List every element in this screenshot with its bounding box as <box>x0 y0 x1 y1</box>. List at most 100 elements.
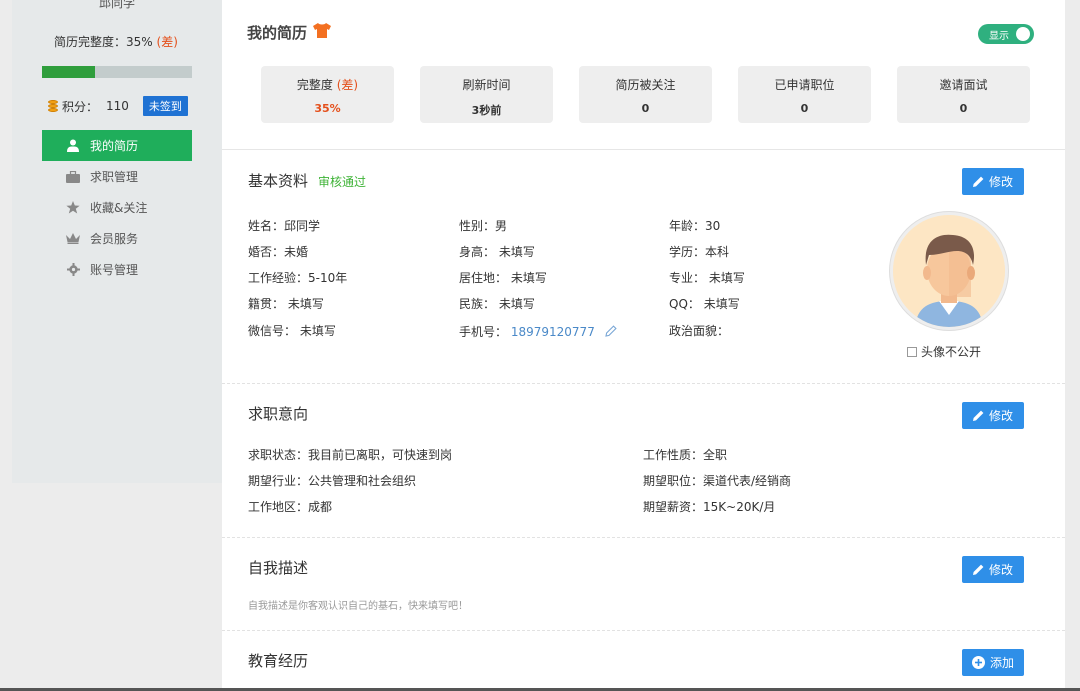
username: 邱同学 <box>98 0 135 10</box>
field-residence: 居住地： 未填写 <box>459 271 547 285</box>
edit-self-description-button[interactable]: 修改 <box>962 556 1024 583</box>
field-region: 工作地区：成都 <box>248 500 333 514</box>
page-title: 我的简历 <box>247 24 308 42</box>
tshirt-icon <box>313 23 332 42</box>
section-title: 自我描述 <box>248 559 309 577</box>
stat-card-completion: 完整度 (差) 35% <box>261 66 394 123</box>
field-education: 学历：本科 <box>669 245 730 259</box>
stat-cards: 完整度 (差) 35% 刷新时间 3秒前 简历被关注 0 已申请职位 0 邀请面… <box>261 66 1030 123</box>
avatar-private-label: 头像不公开 <box>921 345 982 359</box>
phone-number: 18979120777 <box>510 325 595 339</box>
self-description-hint: 自我描述是你客观认识自己的基石，快来填写吧！ <box>248 601 468 612</box>
education-heading: 教育经历 <box>248 650 308 671</box>
points-value: 110 <box>106 99 129 113</box>
sidebar-item-job-management[interactable]: 求职管理 <box>42 161 192 192</box>
resume-visibility-toggle[interactable]: 显示 <box>978 24 1034 44</box>
field-phone: 手机号： 18979120777 <box>459 323 617 340</box>
sidebar-nav: 我的简历 求职管理 收藏&关注 会员服务 账号管理 <box>42 130 192 285</box>
stat-value: 0 <box>641 102 650 115</box>
field-job-nature: 工作性质：全职 <box>643 448 728 462</box>
gear-icon <box>66 263 80 277</box>
field-industry: 期望行业：公共管理和社会组织 <box>248 474 417 488</box>
avatar-private-checkbox[interactable] <box>907 346 917 357</box>
field-marital: 婚否：未婚 <box>248 245 309 259</box>
divider <box>222 383 1065 384</box>
pencil-icon <box>972 410 984 421</box>
sidebar-item-label: 会员服务 <box>90 232 139 246</box>
field-origin: 籍贯： 未填写 <box>248 297 324 311</box>
stat-label: 简历被关注 <box>615 78 676 92</box>
avatar[interactable] <box>890 212 1008 330</box>
sidebar-item-label: 收藏&关注 <box>90 201 148 215</box>
edit-phone-icon[interactable] <box>604 325 617 340</box>
edit-label: 修改 <box>988 175 1013 189</box>
field-name: 姓名：邱同学 <box>248 219 321 233</box>
section-title: 基本资料 <box>248 172 309 190</box>
toggle-label: 显示 <box>989 30 1009 42</box>
stat-card-refresh-time: 刷新时间 3秒前 <box>420 66 553 123</box>
toggle-knob <box>1016 27 1030 41</box>
field-wechat: 微信号： 未填写 <box>248 324 336 338</box>
field-job-status: 求职状态：我目前已离职，可快速到岗 <box>248 448 453 462</box>
plus-circle-icon <box>971 656 985 669</box>
sidebar: 邱同学 简历完整度：35% (差) 积分： 110 未签到 我的简历 求职管理 <box>12 0 222 483</box>
field-major: 专业： 未填写 <box>669 271 745 285</box>
divider <box>222 630 1065 631</box>
completion-progress-bar <box>42 66 192 78</box>
stat-value: 0 <box>959 102 968 115</box>
add-label: 添加 <box>989 656 1014 670</box>
briefcase-icon <box>66 170 80 184</box>
stat-value: 0 <box>800 102 809 115</box>
field-position: 期望职位：渠道代表/经销商 <box>643 474 792 488</box>
field-ethnicity: 民族： 未填写 <box>459 297 535 311</box>
stat-card-followed: 简历被关注 0 <box>579 66 712 123</box>
avatar-private-option[interactable]: 头像不公开 <box>907 343 981 360</box>
stat-value: 3秒前 <box>471 104 502 117</box>
sidebar-item-account[interactable]: 账号管理 <box>42 254 192 285</box>
stat-value: 35% <box>314 102 341 115</box>
sidebar-item-my-resume[interactable]: 我的简历 <box>42 130 192 161</box>
crown-icon <box>66 232 80 246</box>
checkin-button[interactable]: 未签到 <box>142 96 188 116</box>
stat-label: 邀请面试 <box>939 78 988 92</box>
section-title: 求职意向 <box>248 405 309 423</box>
pencil-icon <box>972 564 984 575</box>
resume-completion: 简历完整度：35% (差) <box>54 33 178 50</box>
star-icon <box>66 201 80 215</box>
stat-card-applied: 已申请职位 0 <box>738 66 871 123</box>
stat-label: 完整度 <box>296 78 333 92</box>
edit-label: 修改 <box>988 409 1013 423</box>
stat-label: 刷新时间 <box>462 78 511 92</box>
completion-grade: (差) <box>156 35 178 49</box>
field-gender: 性别：男 <box>459 219 508 233</box>
self-description-heading: 自我描述 <box>248 557 308 578</box>
edit-job-intent-button[interactable]: 修改 <box>962 402 1024 429</box>
stat-label: 已申请职位 <box>774 78 835 92</box>
completion-progress-fill <box>42 66 95 78</box>
points-label: 积分： <box>62 99 99 114</box>
stat-card-interviews: 邀请面试 0 <box>897 66 1030 123</box>
job-intent-heading: 求职意向 <box>248 403 308 424</box>
user-icon <box>66 139 80 153</box>
sidebar-item-label: 我的简历 <box>90 139 139 153</box>
edit-label: 修改 <box>988 563 1013 577</box>
completion-label: 简历完整度：35% <box>54 35 153 49</box>
edit-basic-info-button[interactable]: 修改 <box>962 168 1024 195</box>
field-qq: QQ： 未填写 <box>669 297 740 311</box>
coins-icon <box>48 100 58 112</box>
avatar-illustration <box>893 215 1005 327</box>
sidebar-item-membership[interactable]: 会员服务 <box>42 223 192 254</box>
field-height: 身高： 未填写 <box>459 245 535 259</box>
pencil-icon <box>972 176 984 187</box>
stat-label-extra: (差) <box>336 78 359 92</box>
field-salary: 期望薪资：15K~20K/月 <box>643 500 776 514</box>
review-status-badge: 审核通过 <box>318 175 367 189</box>
field-age: 年龄：30 <box>669 219 721 233</box>
basic-info-heading: 基本资料 审核通过 <box>248 170 366 191</box>
points-row: 积分： 110 未签到 <box>48 96 188 116</box>
add-education-button[interactable]: 添加 <box>962 649 1024 676</box>
resume-title: 我的简历 <box>247 22 332 43</box>
divider <box>222 537 1065 538</box>
sidebar-item-label: 账号管理 <box>90 263 139 277</box>
sidebar-item-favorites[interactable]: 收藏&关注 <box>42 192 192 223</box>
